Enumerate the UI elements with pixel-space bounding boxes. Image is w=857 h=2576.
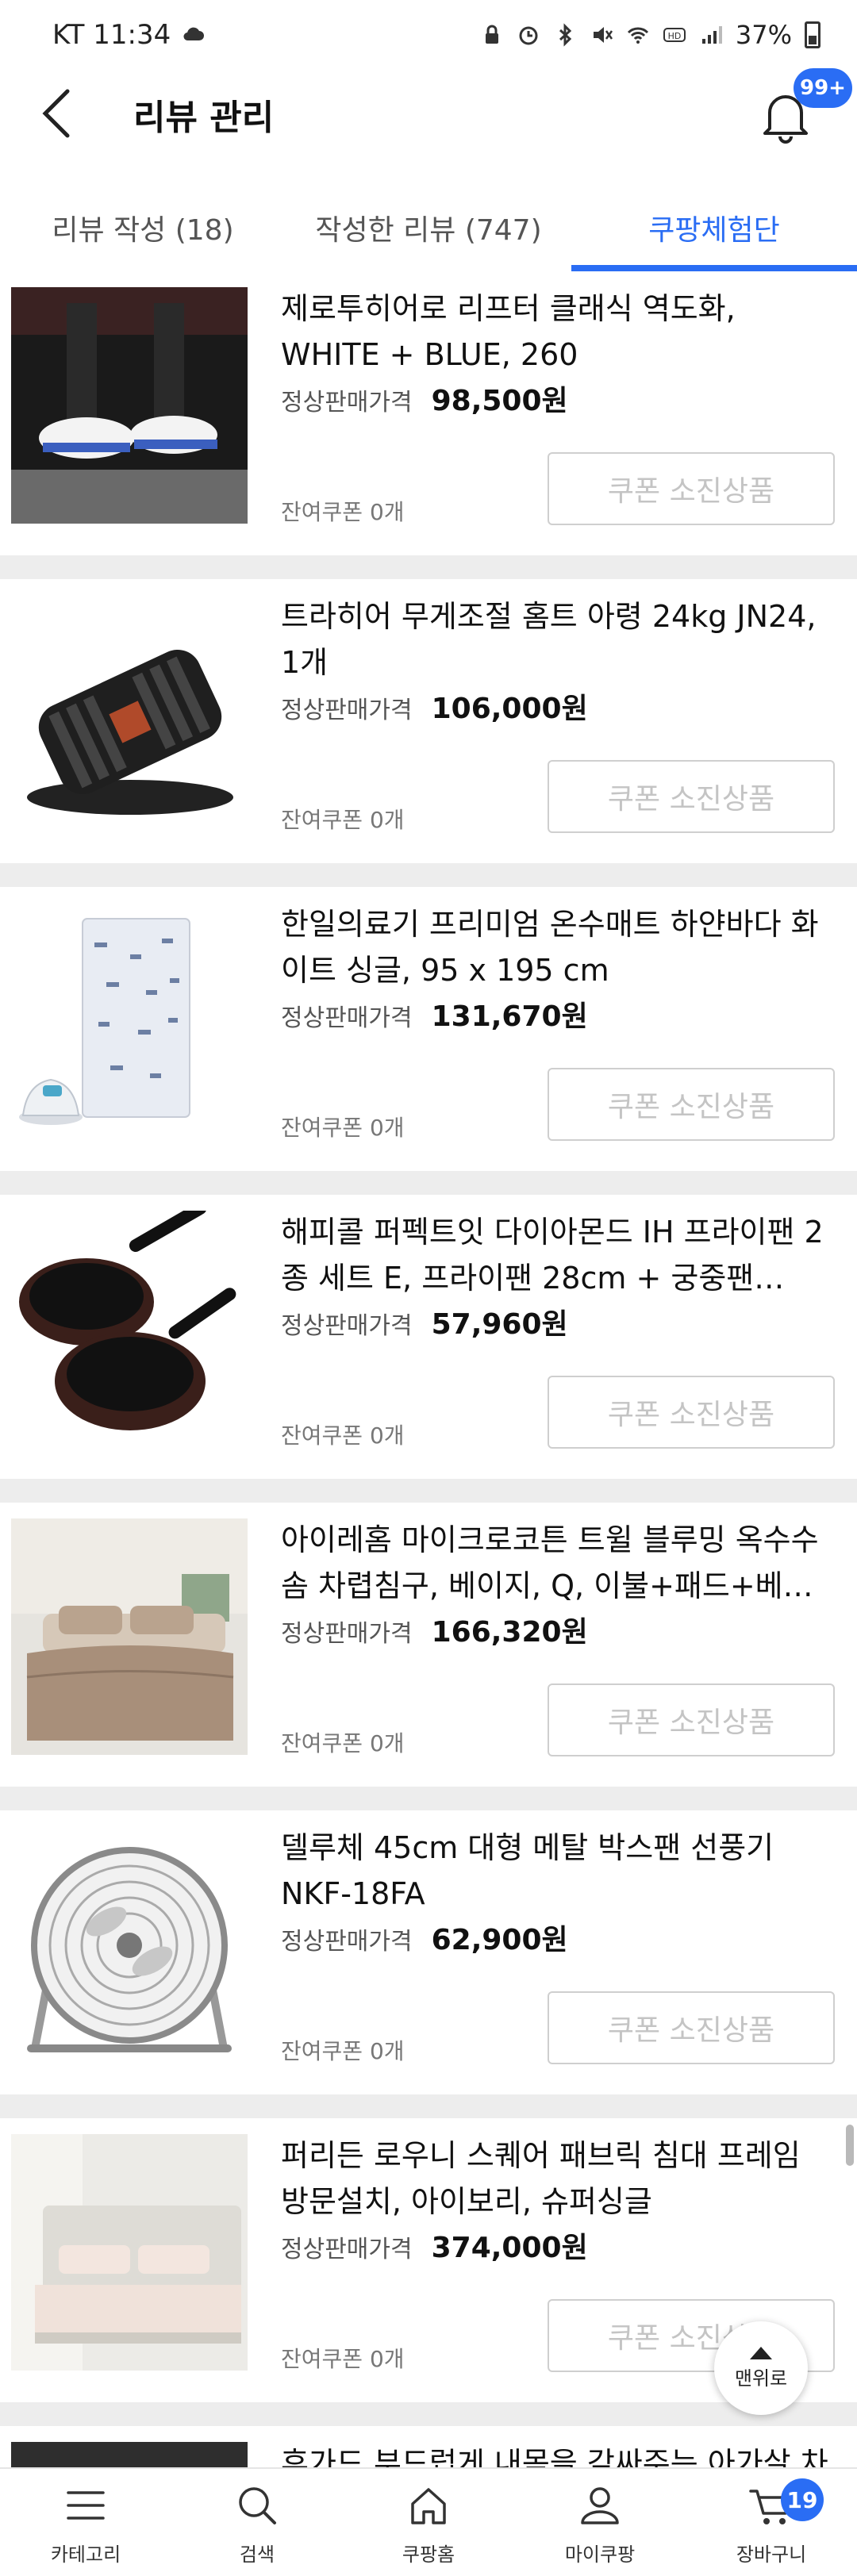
- product-name: 델루체 45cm 대형 메탈 박스팬 선풍기 NKF-18FA: [281, 1830, 774, 1911]
- price-row: 정상판매가격 166,320원: [281, 1609, 588, 1650]
- coupon-exhausted-button[interactable]: 쿠폰 소진상품: [548, 1068, 835, 1141]
- coupon-exhausted-button[interactable]: 쿠폰 소진상품: [548, 452, 835, 525]
- product-image: [11, 1826, 248, 2063]
- product-name: 아이레홈 마이크로코튼 트윌 블루밍 옥수수솜 차렵침구, 베이지, Q, 이불…: [281, 1522, 819, 1603]
- price-value: 131,670원: [431, 1000, 588, 1033]
- price-value: 166,320원: [431, 1616, 588, 1649]
- tab-coupang-experience[interactable]: 쿠팡체험단: [571, 184, 857, 271]
- nav-my-coupang[interactable]: 마이쿠팡: [514, 2469, 686, 2576]
- price-value: 98,500원: [431, 385, 568, 417]
- tab-written-reviews[interactable]: 작성한 리뷰 (747): [286, 184, 571, 271]
- app-header: 리뷰 관리: [0, 70, 857, 157]
- list-item[interactable]: 해피콜 퍼펙트잇 다이아몬드 IH 프라이팬 2종 세트 E, 프라이팬 28c…: [0, 1195, 857, 1503]
- carrier-time: KT 11:34: [52, 19, 171, 51]
- product-image: [11, 903, 248, 1139]
- status-right: HD 37%: [480, 20, 820, 50]
- price-row: 정상판매가격 62,900원: [281, 1917, 568, 1958]
- product-image: [11, 2134, 248, 2371]
- price-row: 정상판매가격 374,000원: [281, 2225, 588, 2266]
- product-image: [11, 1211, 248, 1447]
- svg-text:HD: HD: [668, 31, 682, 41]
- price-label: 정상판매가격: [281, 1312, 413, 1340]
- battery-percent: 37%: [735, 20, 792, 50]
- alarm-icon: [519, 26, 538, 45]
- price-value: 374,000원: [431, 2232, 588, 2264]
- product-name: 퍼리든 로우니 스퀘어 패브릭 침대 프레임 방문설치, 아이보리, 슈퍼싱글: [281, 2138, 801, 2219]
- list-item[interactable]: 아이레홈 마이크로코튼 트윌 블루밍 옥수수솜 차렵침구, 베이지, Q, 이불…: [0, 1503, 857, 1810]
- home-icon: [411, 2488, 446, 2524]
- price-label: 정상판매가격: [281, 1620, 413, 1648]
- price-label: 정상판매가격: [281, 1928, 413, 1956]
- coupon-exhausted-button[interactable]: 쿠폰 소진상품: [548, 760, 835, 833]
- price-value: 106,000원: [431, 693, 588, 725]
- coupon-exhausted-button[interactable]: 쿠폰 소진상품: [548, 1683, 835, 1756]
- coupon-remaining: 잔여쿠폰 0개: [281, 499, 405, 525]
- nav-category[interactable]: 카테고리: [0, 2469, 171, 2576]
- price-row: 정상판매가격 131,670원: [281, 993, 588, 1035]
- coupon-remaining: 잔여쿠폰 0개: [281, 2346, 405, 2372]
- coupon-exhausted-button[interactable]: 쿠폰 소진상품: [548, 1991, 835, 2064]
- coupon-remaining: 잔여쿠폰 0개: [281, 1115, 405, 1141]
- menu-icon: [67, 2491, 105, 2520]
- nav-label: 장바구니: [736, 2543, 807, 2566]
- product-image: [11, 287, 248, 524]
- list-item[interactable]: 제로투히어로 리프터 클래식 역도화, WHITE + BLUE, 260 정상…: [0, 271, 857, 579]
- user-icon: [581, 2487, 619, 2524]
- mute-icon: [593, 27, 613, 43]
- signal-icon: [701, 26, 722, 44]
- status-left: KT 11:34: [52, 19, 206, 51]
- bottom-nav: 카테고리 검색 쿠팡홈 마이쿠팡 장바구니 19: [0, 2467, 857, 2576]
- price-value: 62,900원: [431, 1924, 568, 1956]
- price-value: 57,960원: [431, 1308, 568, 1341]
- nav-home[interactable]: 쿠팡홈: [343, 2469, 514, 2576]
- lock-icon: [485, 25, 498, 44]
- price-label: 정상판매가격: [281, 1004, 413, 1032]
- price-label: 정상판매가격: [281, 697, 413, 724]
- nav-label: 카테고리: [50, 2543, 121, 2566]
- coupon-exhausted-button[interactable]: 쿠폰 소진상품: [548, 1376, 835, 1449]
- cart-count-badge: 19: [781, 2478, 824, 2521]
- cloud-icon: [183, 27, 205, 41]
- nav-label: 검색: [239, 2543, 275, 2566]
- product-name: 제로투히어로 리프터 클래식 역도화, WHITE + BLUE, 260: [281, 291, 736, 372]
- coupon-remaining: 잔여쿠폰 0개: [281, 1422, 405, 1449]
- product-list: 제로투히어로 리프터 클래식 역도화, WHITE + BLUE, 260 정상…: [0, 271, 857, 2576]
- price-label: 정상판매가격: [281, 2236, 413, 2263]
- search-icon: [239, 2487, 276, 2524]
- coupon-remaining: 잔여쿠폰 0개: [281, 807, 405, 833]
- battery-icon: [805, 21, 820, 48]
- bluetooth-icon: [559, 23, 572, 47]
- tab-write-review[interactable]: 리뷰 작성 (18): [0, 184, 286, 271]
- arrow-up-icon: [750, 2346, 772, 2359]
- hd-icon: HD: [663, 28, 686, 42]
- chevron-left-icon: [42, 89, 70, 138]
- product-name: 트라히어 무게조절 홈트 아령 24kg JN24, 1개: [281, 599, 817, 680]
- coupon-remaining: 잔여쿠폰 0개: [281, 1730, 405, 1756]
- tab-bar: 리뷰 작성 (18) 작성한 리뷰 (747) 쿠팡체험단: [0, 184, 857, 271]
- list-item[interactable]: 트라히어 무게조절 홈트 아령 24kg JN24, 1개 정상판매가격 106…: [0, 579, 857, 887]
- coupon-remaining: 잔여쿠폰 0개: [281, 2038, 405, 2064]
- notification-badge: 99+: [794, 68, 852, 108]
- product-name: 해피콜 퍼펙트잇 다이아몬드 IH 프라이팬 2종 세트 E, 프라이팬 28c…: [281, 1215, 824, 1296]
- product-name: 한일의료기 프리미엄 온수매트 하얀바다 화이트 싱글, 95 x 195 cm: [281, 907, 819, 988]
- list-item[interactable]: 한일의료기 프리미엄 온수매트 하얀바다 화이트 싱글, 95 x 195 cm…: [0, 887, 857, 1195]
- price-row: 정상판매가격 98,500원: [281, 378, 568, 419]
- product-image: [11, 1518, 248, 1755]
- scroll-to-top-button[interactable]: 맨위로: [714, 2321, 808, 2415]
- wifi-icon: [627, 27, 648, 44]
- nav-cart[interactable]: 장바구니 19: [686, 2469, 857, 2576]
- status-bar: KT 11:34 HD 37%: [0, 0, 857, 70]
- nav-search[interactable]: 검색: [171, 2469, 343, 2576]
- price-row: 정상판매가격 106,000원: [281, 685, 588, 727]
- nav-label: 쿠팡홈: [402, 2543, 455, 2566]
- page-title: 리뷰 관리: [133, 98, 275, 138]
- scrollbar-thumb[interactable]: [846, 2125, 854, 2166]
- list-item[interactable]: 델루체 45cm 대형 메탈 박스팬 선풍기 NKF-18FA 정상판매가격 6…: [0, 1810, 857, 2118]
- nav-label: 마이쿠팡: [564, 2543, 636, 2566]
- back-button[interactable]: [29, 86, 84, 141]
- price-label: 정상판매가격: [281, 389, 413, 417]
- product-image: [11, 595, 248, 831]
- scroll-to-top-label: 맨위로: [734, 2367, 788, 2390]
- price-row: 정상판매가격 57,960원: [281, 1301, 568, 1342]
